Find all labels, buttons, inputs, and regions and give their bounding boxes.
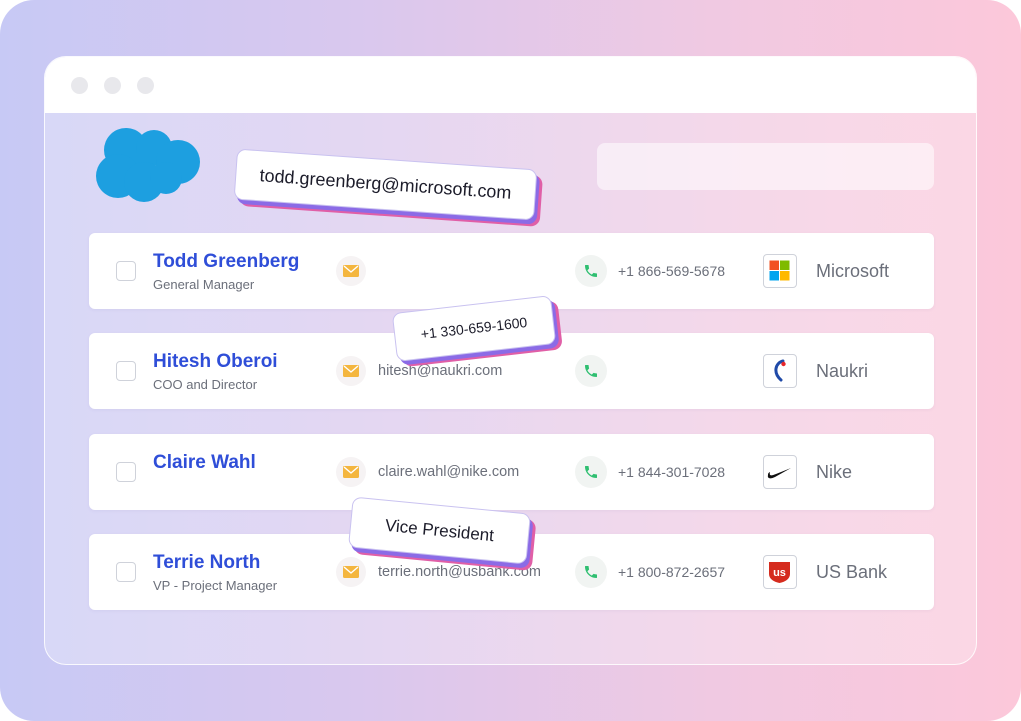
contact-title: VP - Project Manager <box>153 578 278 593</box>
us-bank-logo: us <box>763 555 797 589</box>
contact-title: General Manager <box>153 277 255 292</box>
company-name: US Bank <box>816 562 888 582</box>
phone-icon[interactable] <box>575 255 607 287</box>
contact-name[interactable]: Hitesh Oberoi <box>153 351 278 373</box>
naukri-logo <box>763 354 797 388</box>
mail-icon[interactable] <box>336 557 366 587</box>
contact-phone[interactable]: +1 866-569-5678 <box>618 263 725 279</box>
row-checkbox[interactable] <box>116 462 136 482</box>
company-name: Nike <box>816 462 853 482</box>
salesforce-cloud-icon <box>96 128 200 202</box>
mail-icon[interactable] <box>336 457 366 487</box>
row-checkbox[interactable] <box>116 361 136 381</box>
svg-text:us: us <box>773 567 786 579</box>
contact-row[interactable]: Todd Greenberg General Manager +1 866-56… <box>89 233 934 309</box>
window-control-dot[interactable] <box>104 77 121 94</box>
contact-phone[interactable]: +1 800-872-2657 <box>618 564 725 580</box>
window-titlebar <box>45 57 976 113</box>
company-name: Microsoft <box>816 261 890 281</box>
mail-icon[interactable] <box>336 256 366 286</box>
nike-logo <box>763 455 797 489</box>
contact-title: COO and Director <box>153 377 258 392</box>
row-checkbox[interactable] <box>116 562 136 582</box>
mail-icon[interactable] <box>336 356 366 386</box>
contact-phone[interactable]: +1 844-301-7028 <box>618 464 725 480</box>
phone-icon[interactable] <box>575 355 607 387</box>
contact-email[interactable]: claire.wahl@nike.com <box>378 464 519 480</box>
contact-name[interactable]: Todd Greenberg <box>153 251 299 273</box>
contact-email[interactable]: terrie.north@usbank.com <box>378 564 541 580</box>
contact-name[interactable]: Terrie North <box>153 552 260 574</box>
phone-icon[interactable] <box>575 456 607 488</box>
contact-name[interactable]: Claire Wahl <box>153 452 256 474</box>
window-control-dot[interactable] <box>137 77 154 94</box>
window-control-dot[interactable] <box>71 77 88 94</box>
contact-email[interactable]: hitesh@naukri.com <box>378 363 502 379</box>
contact-row[interactable]: Claire Wahl claire.wahl@nike.com +1 844-… <box>89 434 934 510</box>
phone-icon[interactable] <box>575 556 607 588</box>
microsoft-logo <box>763 254 797 288</box>
company-name: Naukri <box>816 361 869 381</box>
row-checkbox[interactable] <box>116 261 136 281</box>
search-input[interactable] <box>597 143 934 190</box>
